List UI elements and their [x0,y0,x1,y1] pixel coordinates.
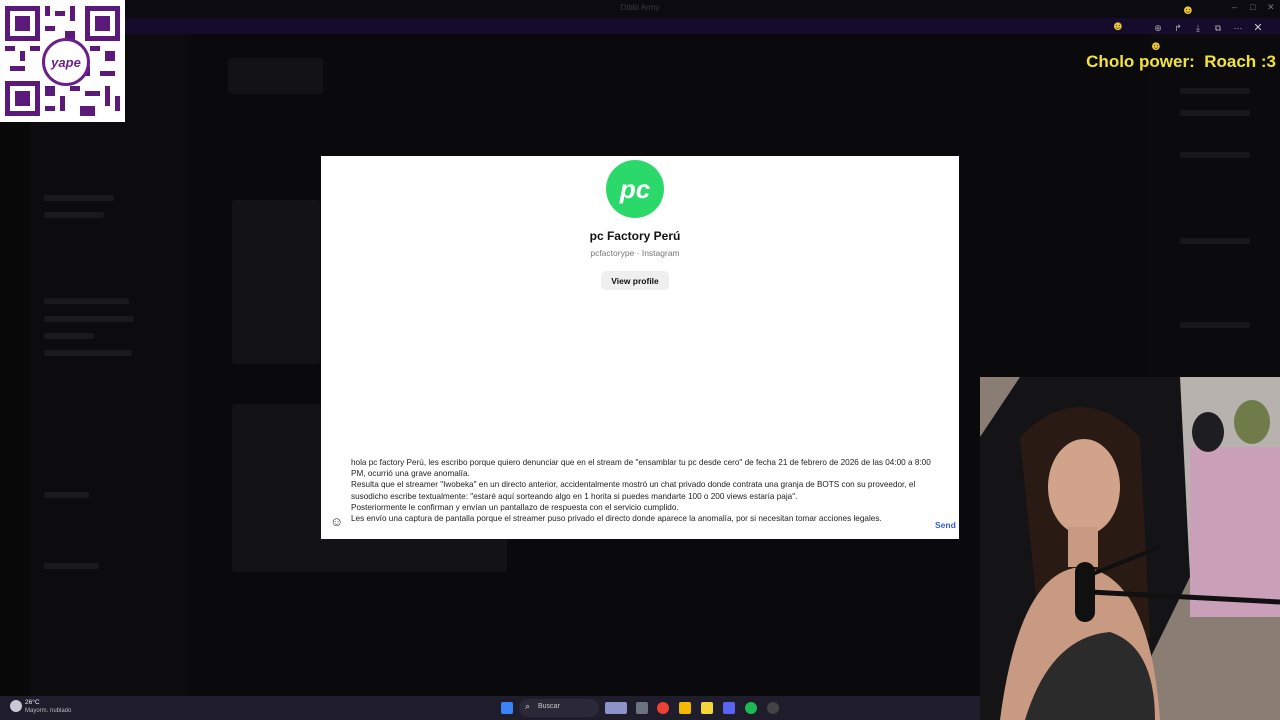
zoom-in-icon[interactable]: ⊕ [1150,20,1166,36]
taskbar: 26°C Mayorm. nublado ⌕ Buscar [0,696,980,720]
weather-description: Mayorm. nublado [25,708,72,714]
profile-avatar[interactable]: pc [606,160,664,218]
background-toolbar [0,18,1280,34]
windows-start-icon[interactable] [501,702,513,714]
search-icon: ⌕ [525,701,531,711]
message-image [228,58,323,94]
discord-icon[interactable] [723,702,735,714]
viewer-close-icon[interactable]: ✕ [1249,19,1267,37]
background-titlebar: Dibbi Army – □ ✕ [0,0,1280,18]
emoji-icon[interactable]: ☺ [330,515,344,529]
message-input[interactable]: hola pc factory Perú, les escribo porque… [351,457,931,524]
channel-item[interactable] [44,298,129,304]
taskbar-search[interactable]: ⌕ Buscar [519,699,599,717]
channel-item[interactable] [44,492,89,498]
view-profile-button[interactable]: View profile [601,271,669,290]
open-external-icon[interactable]: ⧉ [1210,20,1226,36]
member-item[interactable] [1180,152,1250,158]
instagram-dm-panel: pc pc Factory Perú pcfactorype · Instagr… [321,156,959,539]
emote-icon: ☻ [1149,38,1163,53]
message-composer[interactable]: ☺ hola pc factory Perú, les escribo porq… [326,454,956,536]
spotify-icon[interactable] [745,702,757,714]
member-item[interactable] [1180,322,1250,328]
more-icon[interactable]: ⋯ [1230,20,1246,36]
streamer-webcam-image [980,377,1280,720]
yape-logo-icon: yape [42,38,90,86]
message-line: hola pc factory Perú, les escribo porque… [351,458,931,479]
member-item[interactable] [1180,88,1250,94]
server-sidebar [0,34,30,696]
weather-icon[interactable] [10,700,22,712]
sticky-notes-icon[interactable] [701,702,713,714]
obs-icon[interactable] [767,702,779,714]
message-line: Les envío una captura de pantalla porque… [351,514,882,524]
minimize-icon[interactable]: – [1232,2,1237,12]
cholo-power-label: Cholo power: Roach :3 [1086,52,1276,71]
window-close-icon[interactable]: ✕ [1267,2,1275,13]
chrome-icon[interactable] [657,702,669,714]
background-window-title: Dibbi Army [620,3,660,12]
widget-icon[interactable] [605,702,627,714]
send-button[interactable]: Send [935,520,956,530]
channel-item[interactable] [44,212,104,218]
member-item[interactable] [1180,238,1250,244]
share-icon[interactable]: ↱ [1170,20,1186,36]
yape-qr-code: yape [0,0,125,122]
message-line: Posteriormente le confirman y envían un … [351,502,679,512]
search-label: Buscar [538,703,560,710]
profile-handle: pcfactorype · Instagram [590,248,680,258]
weather-temperature: 26°C [25,699,40,706]
emote-icon: ☻ [1181,2,1195,17]
file-explorer-icon[interactable] [636,702,648,714]
member-item[interactable] [1180,110,1250,116]
download-icon[interactable]: ⤓ [1190,20,1206,36]
emote-icon: ☻ [1111,18,1125,33]
message-line: Resulta que el streamer "Iwobeka" en un … [351,480,916,501]
channel-item[interactable] [44,316,134,322]
channel-item[interactable] [44,195,114,201]
channel-item[interactable] [44,333,94,339]
channel-item[interactable] [44,563,99,569]
maximize-icon[interactable]: □ [1250,2,1255,12]
webcam-feed [980,377,1280,720]
channel-list [30,34,190,696]
profile-name: pc Factory Perú [589,229,681,243]
folder-icon[interactable] [679,702,691,714]
channel-item[interactable] [44,350,132,356]
message-embed [232,200,320,364]
